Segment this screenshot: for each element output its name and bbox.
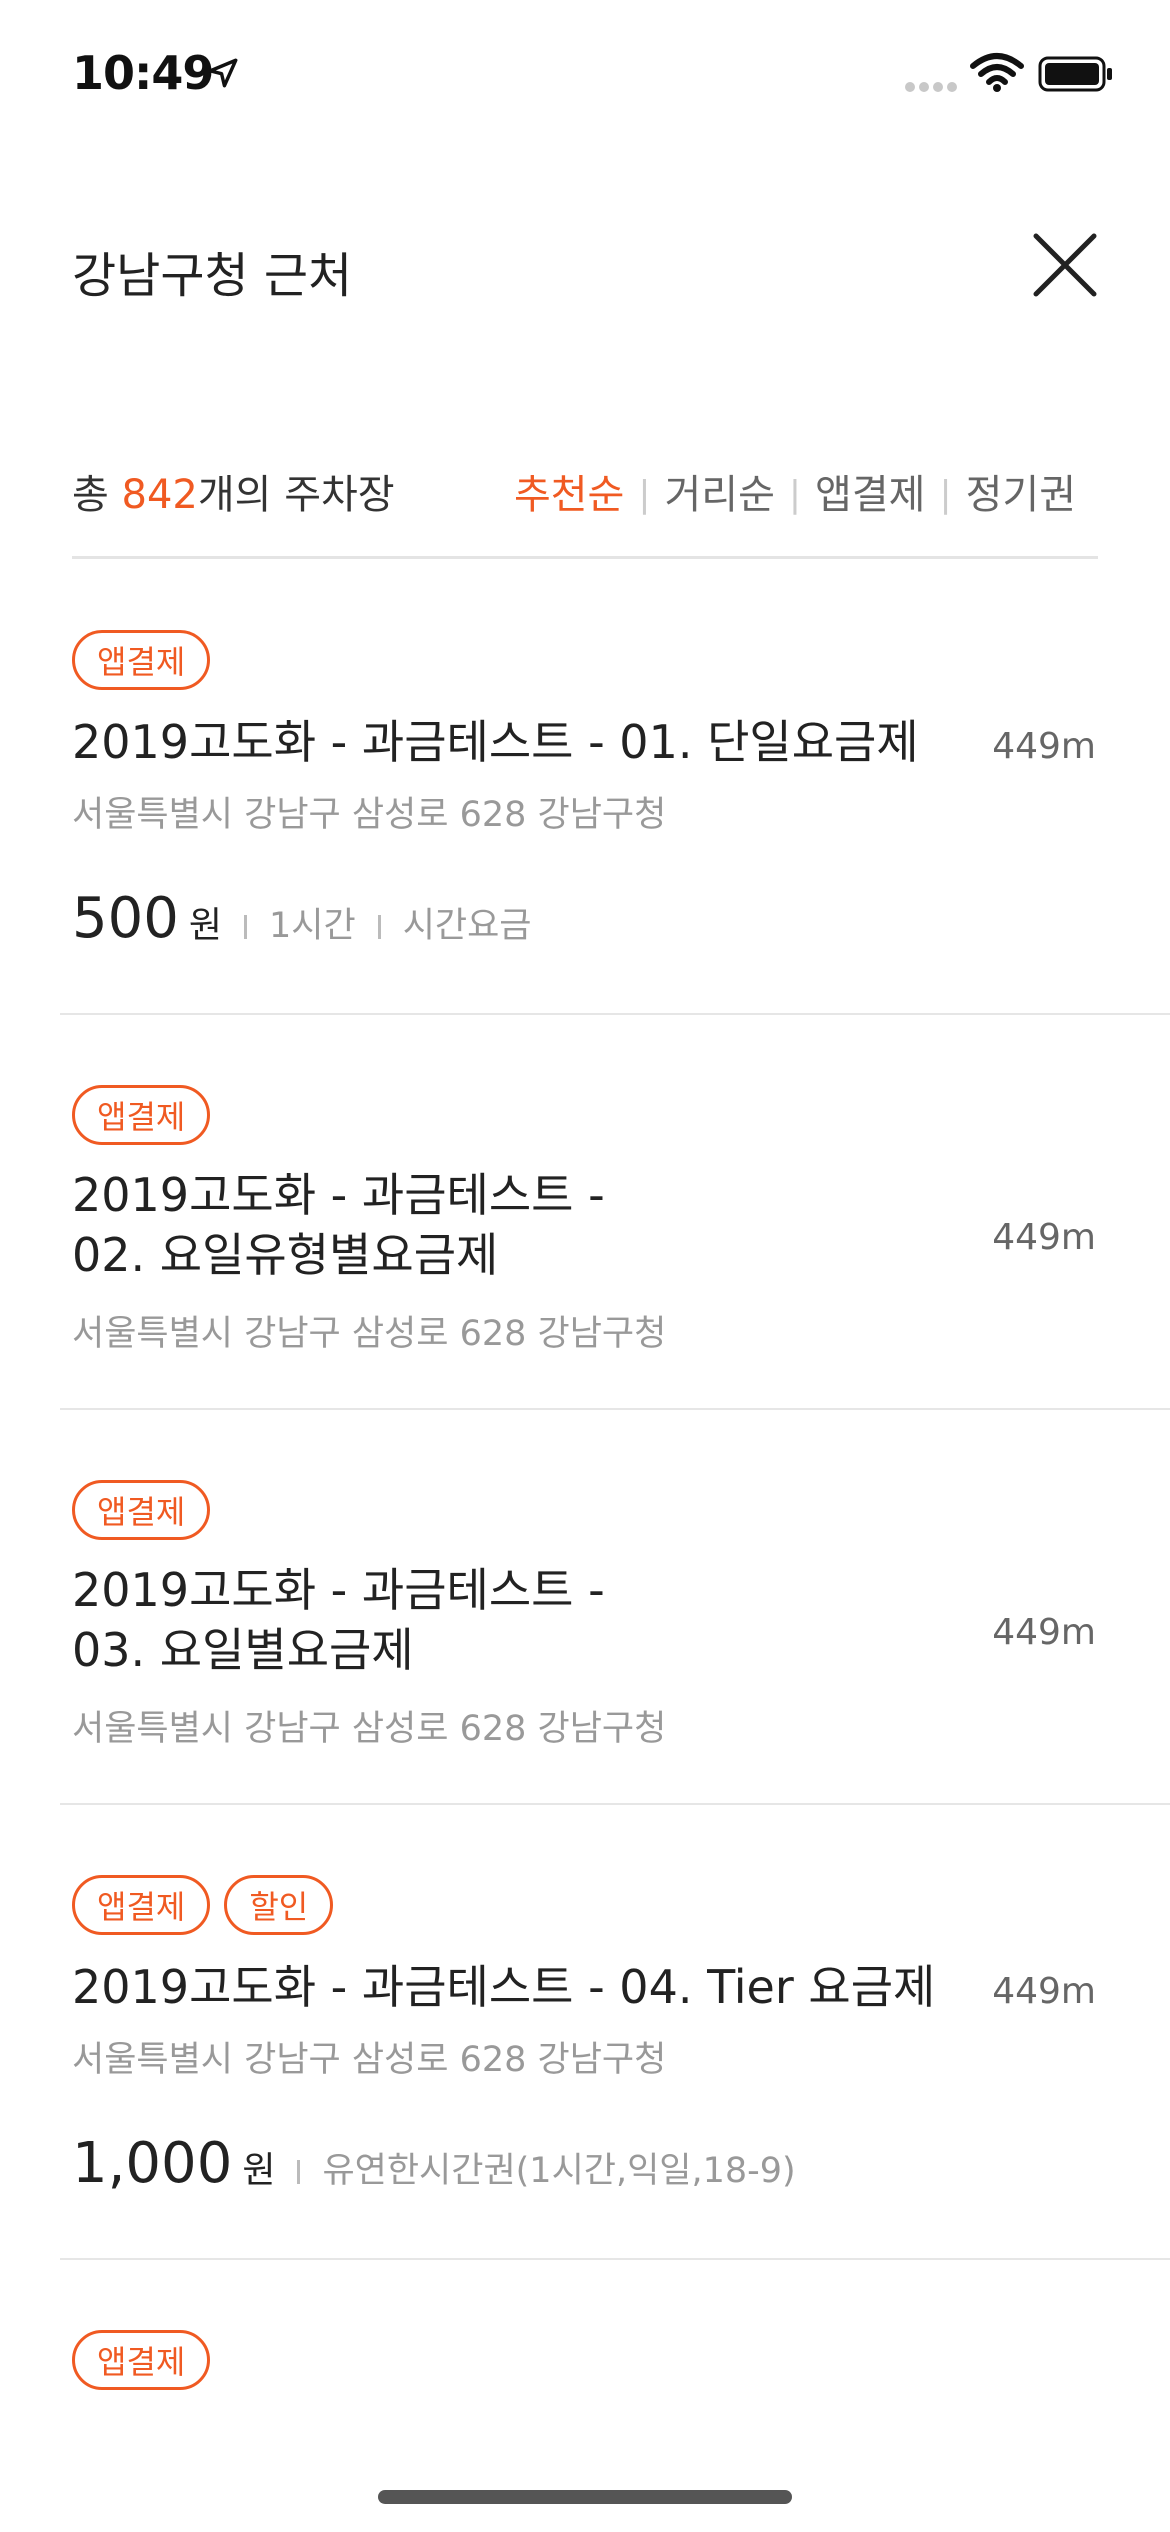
cellular-signal-icon bbox=[905, 82, 957, 92]
address-label: 서울특별시 강남구 삼성로 628 강남구청 bbox=[72, 1709, 667, 1749]
list-item[interactable]: 앱결제 2019고도화 - 과금테스트 - 01. 단일요금제 449m 서울특… bbox=[60, 560, 1170, 1015]
location-arrow-icon bbox=[208, 58, 238, 88]
distance-label: 449m bbox=[992, 1217, 1096, 1258]
app-payment-badge: 앱결제 bbox=[72, 2330, 211, 2390]
wifi-icon bbox=[970, 53, 1024, 92]
separator bbox=[377, 915, 381, 939]
tab-separator: | bbox=[939, 474, 952, 515]
distance-label: 449m bbox=[992, 726, 1096, 767]
price-amount: 1,000 bbox=[72, 2131, 233, 2196]
parking-lot-list: 앱결제 2019고도화 - 과금테스트 - 01. 단일요금제 449m 서울특… bbox=[0, 560, 1170, 2480]
summary-prefix: 총 bbox=[72, 472, 122, 518]
badge-group: 앱결제 bbox=[72, 1085, 211, 1145]
separator bbox=[244, 915, 248, 939]
page-title: 강남구청 근처 bbox=[72, 248, 353, 304]
separator bbox=[297, 2160, 301, 2184]
address-label: 서울특별시 강남구 삼성로 628 강남구청 bbox=[72, 795, 667, 835]
title-line: 02. 요일유형별요금제 bbox=[72, 1228, 499, 1282]
price-detail: 1시간 bbox=[269, 906, 356, 946]
title-line: 2019고도화 - 과금테스트 - bbox=[72, 1563, 605, 1617]
close-icon[interactable] bbox=[1030, 230, 1100, 300]
battery-icon bbox=[1038, 56, 1112, 92]
summary-suffix: 개의 주차장 bbox=[197, 472, 395, 518]
status-time: 10:49 bbox=[72, 46, 214, 100]
tab-separator: | bbox=[788, 474, 802, 515]
sort-tab-app-payment[interactable]: 앱결제 bbox=[815, 472, 925, 518]
parking-lot-name: 2019고도화 - 과금테스트 - 02. 요일유형별요금제 bbox=[72, 1165, 605, 1285]
list-item[interactable]: 앱결제 할인 2019고도화 - 과금테스트 - 04. Tier 요금제 44… bbox=[60, 1805, 1170, 2260]
list-item[interactable]: 앱결제 2019고도화 - 과금테스트 - 03. 요일별요금제 449m 서울특… bbox=[60, 1410, 1170, 1805]
app-payment-badge: 앱결제 bbox=[72, 1480, 211, 1540]
badge-group: 앱결제 할인 bbox=[72, 1875, 334, 1935]
distance-label: 449m bbox=[992, 1971, 1096, 2012]
badge-group: 앱결제 bbox=[72, 630, 211, 690]
price-amount: 500 bbox=[72, 886, 179, 951]
sort-tab-distance[interactable]: 거리순 bbox=[665, 472, 775, 518]
price-row: 1,000 원 유연한시간권(1시간,익일,18-9) bbox=[72, 2131, 796, 2196]
discount-badge: 할인 bbox=[224, 1875, 334, 1935]
sort-tab-season-pass[interactable]: 정기권 bbox=[966, 472, 1076, 518]
app-payment-badge: 앱결제 bbox=[72, 1085, 211, 1145]
parking-lot-name: 2019고도화 - 과금테스트 - 01. 단일요금제 bbox=[72, 715, 919, 769]
parking-lot-name: 2019고도화 - 과금테스트 - 04. Tier 요금제 bbox=[72, 1960, 936, 2014]
home-indicator bbox=[378, 2490, 792, 2504]
title-line: 03. 요일별요금제 bbox=[72, 1623, 414, 1677]
title-line: 2019고도화 - 과금테스트 - bbox=[72, 1168, 605, 1222]
sort-tabs: 추천순 | 거리순 | 앱결제 | 정기권 bbox=[514, 462, 1076, 520]
price-detail: 유연한시간권(1시간,익일,18-9) bbox=[322, 2151, 796, 2191]
result-summary: 총 842개의 주차장 bbox=[72, 462, 395, 520]
list-item[interactable]: 앱결제 bbox=[60, 2260, 1170, 2480]
header-divider bbox=[72, 556, 1098, 559]
sort-tab-recommended[interactable]: 추천순 bbox=[514, 472, 624, 518]
tab-separator: | bbox=[638, 474, 651, 515]
price-row: 500 원 1시간 시간요금 bbox=[72, 886, 532, 951]
badge-group: 앱결제 bbox=[72, 2330, 211, 2390]
parking-lot-name: 2019고도화 - 과금테스트 - 03. 요일별요금제 bbox=[72, 1560, 605, 1680]
address-label: 서울특별시 강남구 삼성로 628 강남구청 bbox=[72, 2040, 667, 2080]
list-item[interactable]: 앱결제 2019고도화 - 과금테스트 - 02. 요일유형별요금제 449m 서… bbox=[60, 1015, 1170, 1410]
app-payment-badge: 앱결제 bbox=[72, 630, 211, 690]
price-unit: 원 bbox=[242, 2150, 276, 2191]
distance-label: 449m bbox=[992, 1612, 1096, 1653]
price-detail: 시간요금 bbox=[402, 906, 532, 946]
price-unit: 원 bbox=[188, 905, 223, 946]
app-payment-badge: 앱결제 bbox=[72, 1875, 211, 1935]
address-label: 서울특별시 강남구 삼성로 628 강남구청 bbox=[72, 1314, 667, 1354]
result-count: 842 bbox=[121, 472, 198, 518]
badge-group: 앱결제 bbox=[72, 1480, 211, 1540]
status-bar: 10:49 bbox=[0, 0, 1170, 140]
